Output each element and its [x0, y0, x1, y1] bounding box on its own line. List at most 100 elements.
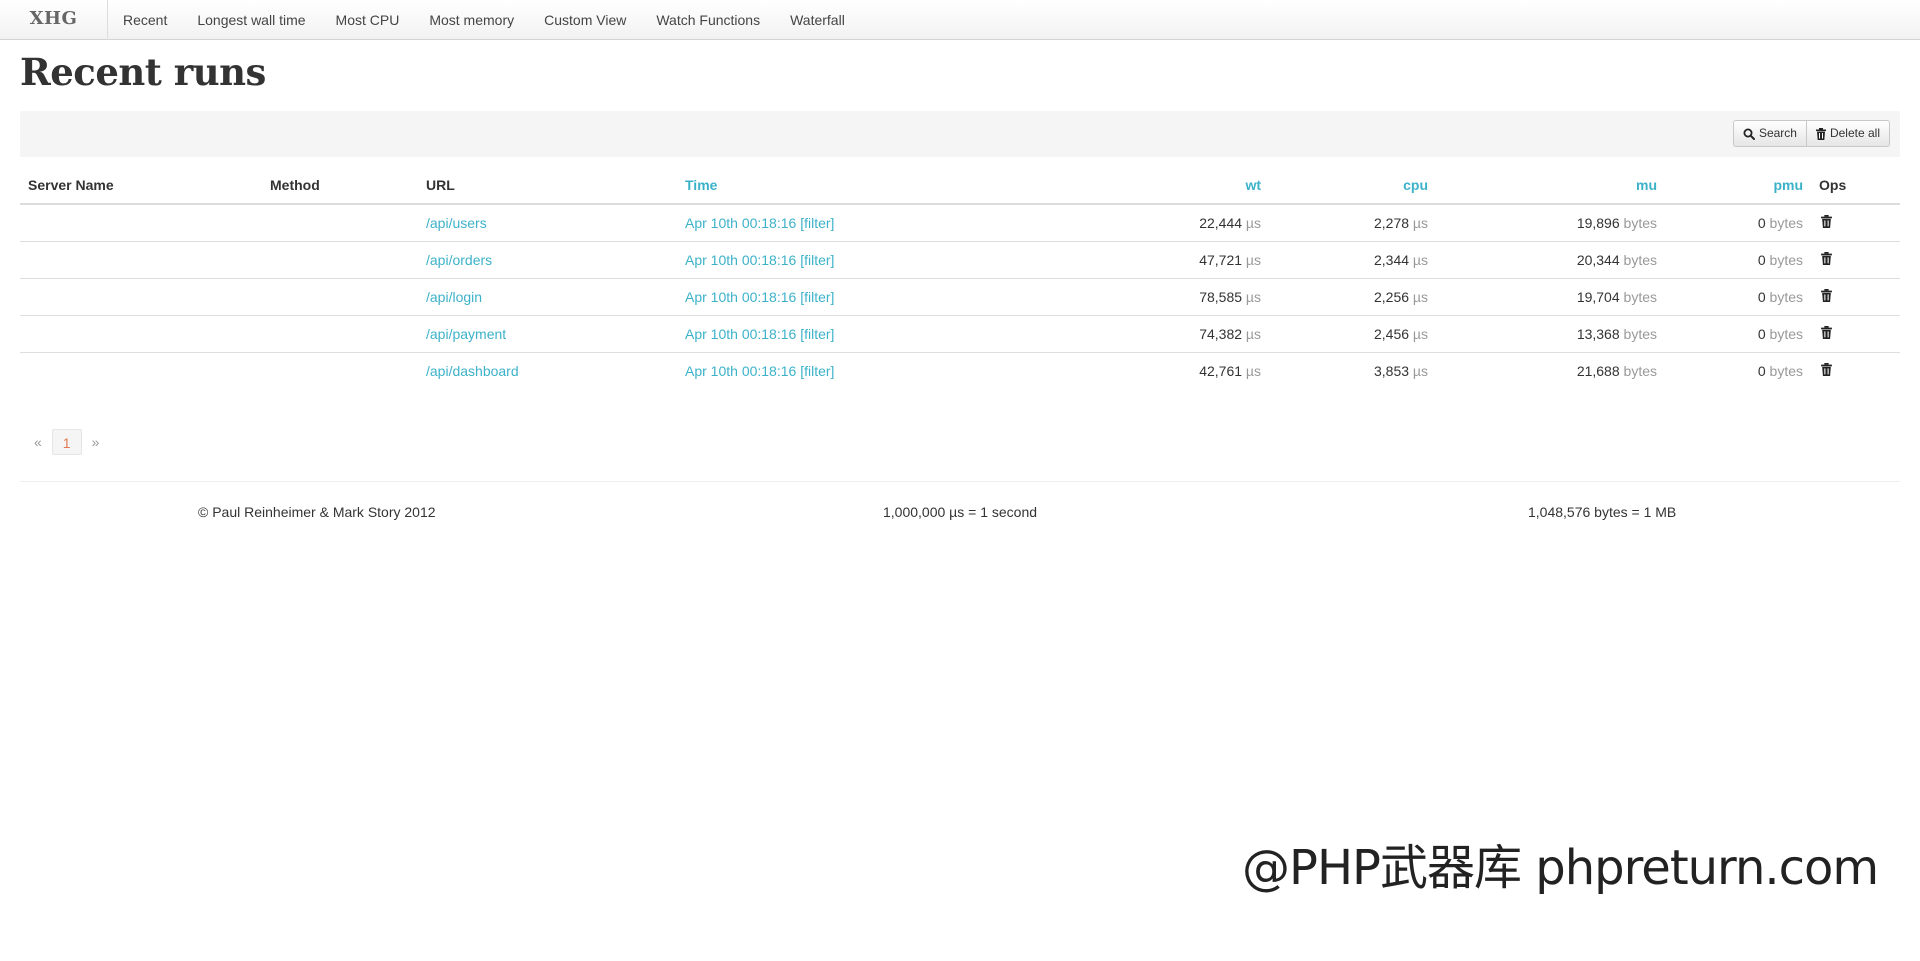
- cell-cpu-value: 3,853: [1373, 363, 1410, 379]
- cell-pmu: 0 bytes: [1665, 204, 1811, 242]
- navbar: XHG Recent Longest wall time Most CPU Mo…: [0, 0, 1920, 40]
- nav-most-cpu[interactable]: Most CPU: [321, 0, 415, 40]
- header-server-name: Server Name: [20, 167, 262, 205]
- cell-pmu-value: 0: [1757, 363, 1766, 379]
- cell-cpu-unit: µs: [1412, 289, 1428, 305]
- cell-cpu: 2,344 µs: [1269, 241, 1436, 279]
- brand-logo[interactable]: XHG: [0, 0, 108, 40]
- cell-pmu-unit: bytes: [1769, 326, 1803, 342]
- watermark: @PHP武器库 phpreturn.com: [1242, 840, 1879, 896]
- pagination-page-1[interactable]: 1: [51, 429, 82, 455]
- footer-size-note: 1,048,576 bytes = 1 MB: [1528, 504, 1677, 520]
- run-url-link[interactable]: /api/users: [426, 215, 487, 231]
- cell-wt-value: 78,585: [1199, 289, 1243, 305]
- cell-wt-unit: µs: [1245, 363, 1261, 379]
- cell-url: /api/users: [418, 204, 677, 242]
- filter-link[interactable]: [filter]: [800, 252, 834, 268]
- run-time-link[interactable]: Apr 10th 00:18:16: [685, 326, 796, 342]
- runs-table-body: /api/users Apr 10th 00:18:16 [filter] 22,4…: [20, 204, 1900, 389]
- cell-server-name: [20, 315, 262, 353]
- trash-icon: [1821, 363, 1832, 376]
- header-method: Method: [262, 167, 418, 205]
- cell-time: Apr 10th 00:18:16 [filter]: [677, 241, 937, 279]
- run-time-link[interactable]: Apr 10th 00:18:16: [685, 252, 796, 268]
- cell-cpu-unit: µs: [1412, 326, 1428, 342]
- cell-wt-unit: µs: [1245, 326, 1261, 342]
- trash-icon: [1821, 326, 1832, 339]
- filter-link[interactable]: [filter]: [800, 215, 834, 231]
- header-pmu-sort[interactable]: pmu: [1665, 167, 1811, 205]
- header-wt-sort[interactable]: wt: [937, 167, 1269, 205]
- table-row: /api/users Apr 10th 00:18:16 [filter] 22,4…: [20, 204, 1900, 242]
- run-url-link[interactable]: /api/orders: [426, 252, 492, 268]
- cell-time: Apr 10th 00:18:16 [filter]: [677, 204, 937, 242]
- cell-method: [262, 241, 418, 279]
- cell-pmu: 0 bytes: [1665, 278, 1811, 316]
- delete-run-button[interactable]: [1819, 289, 1832, 302]
- cell-wt-unit: µs: [1245, 215, 1261, 231]
- cell-cpu-value: 2,278: [1373, 215, 1410, 231]
- search-button[interactable]: Search: [1732, 120, 1807, 147]
- run-time-link[interactable]: Apr 10th 00:18:16: [685, 363, 796, 379]
- main-nav: Recent Longest wall time Most CPU Most m…: [108, 0, 860, 40]
- header-time-sort[interactable]: Time: [677, 167, 937, 205]
- nav-recent[interactable]: Recent: [108, 0, 182, 40]
- nav-custom-view[interactable]: Custom View: [529, 0, 641, 40]
- cell-cpu-value: 2,256: [1373, 289, 1410, 305]
- header-cpu-sort[interactable]: cpu: [1269, 167, 1436, 205]
- delete-run-button[interactable]: [1819, 215, 1832, 228]
- cell-pmu-value: 0: [1757, 215, 1766, 231]
- cell-mu: 21,688 bytes: [1436, 353, 1665, 390]
- run-url-link[interactable]: /api/login: [426, 289, 482, 305]
- filter-link[interactable]: [filter]: [800, 326, 834, 342]
- nav-waterfall[interactable]: Waterfall: [775, 0, 860, 40]
- cell-wt-unit: µs: [1245, 289, 1261, 305]
- search-button-label: Search: [1758, 126, 1797, 140]
- cell-cpu-unit: µs: [1412, 215, 1428, 231]
- cell-pmu-unit: bytes: [1769, 289, 1803, 305]
- cell-pmu-unit: bytes: [1769, 215, 1803, 231]
- nav-watch-functions[interactable]: Watch Functions: [641, 0, 775, 40]
- cell-ops: [1811, 315, 1900, 353]
- cell-mu-value: 19,896: [1576, 215, 1620, 231]
- cell-mu: 19,704 bytes: [1436, 278, 1665, 316]
- delete-run-button[interactable]: [1819, 252, 1832, 265]
- pagination: « 1 »: [24, 429, 109, 455]
- cell-server-name: [20, 241, 262, 279]
- run-time-link[interactable]: Apr 10th 00:18:16: [685, 215, 796, 231]
- cell-ops: [1811, 204, 1900, 242]
- nav-longest-wall-time[interactable]: Longest wall time: [182, 0, 320, 40]
- cell-pmu-unit: bytes: [1769, 363, 1803, 379]
- cell-wt-unit: µs: [1245, 252, 1261, 268]
- runs-table: Server Name Method URL Time wt cpu mu pm…: [20, 167, 1900, 389]
- cell-cpu: 2,278 µs: [1269, 204, 1436, 242]
- cell-url: /api/dashboard: [418, 353, 677, 390]
- trash-icon: [1815, 127, 1826, 140]
- pagination-next[interactable]: »: [82, 429, 110, 455]
- page-title: Recent runs: [20, 50, 266, 94]
- cell-pmu: 0 bytes: [1665, 241, 1811, 279]
- cell-method: [262, 315, 418, 353]
- run-url-link[interactable]: /api/dashboard: [426, 363, 519, 379]
- delete-run-button[interactable]: [1819, 326, 1832, 339]
- cell-wt: 22,444 µs: [937, 204, 1269, 242]
- filter-link[interactable]: [filter]: [800, 289, 834, 305]
- delete-all-button[interactable]: Delete all: [1805, 120, 1890, 147]
- header-mu-sort[interactable]: mu: [1436, 167, 1665, 205]
- run-time-link[interactable]: Apr 10th 00:18:16: [685, 289, 796, 305]
- cell-pmu: 0 bytes: [1665, 315, 1811, 353]
- header-url: URL: [418, 167, 677, 205]
- delete-run-button[interactable]: [1819, 363, 1832, 376]
- cell-wt-value: 74,382: [1199, 326, 1243, 342]
- nav-most-memory[interactable]: Most memory: [414, 0, 529, 40]
- cell-method: [262, 353, 418, 390]
- pagination-prev[interactable]: «: [24, 429, 52, 455]
- cell-ops: [1811, 241, 1900, 279]
- cell-cpu: 3,853 µs: [1269, 353, 1436, 390]
- toolbar-buttons: Search Delete all: [1732, 120, 1890, 147]
- cell-wt: 74,382 µs: [937, 315, 1269, 353]
- filter-link[interactable]: [filter]: [800, 363, 834, 379]
- cell-mu-unit: bytes: [1623, 252, 1657, 268]
- cell-cpu-value: 2,456: [1373, 326, 1410, 342]
- run-url-link[interactable]: /api/payment: [426, 326, 506, 342]
